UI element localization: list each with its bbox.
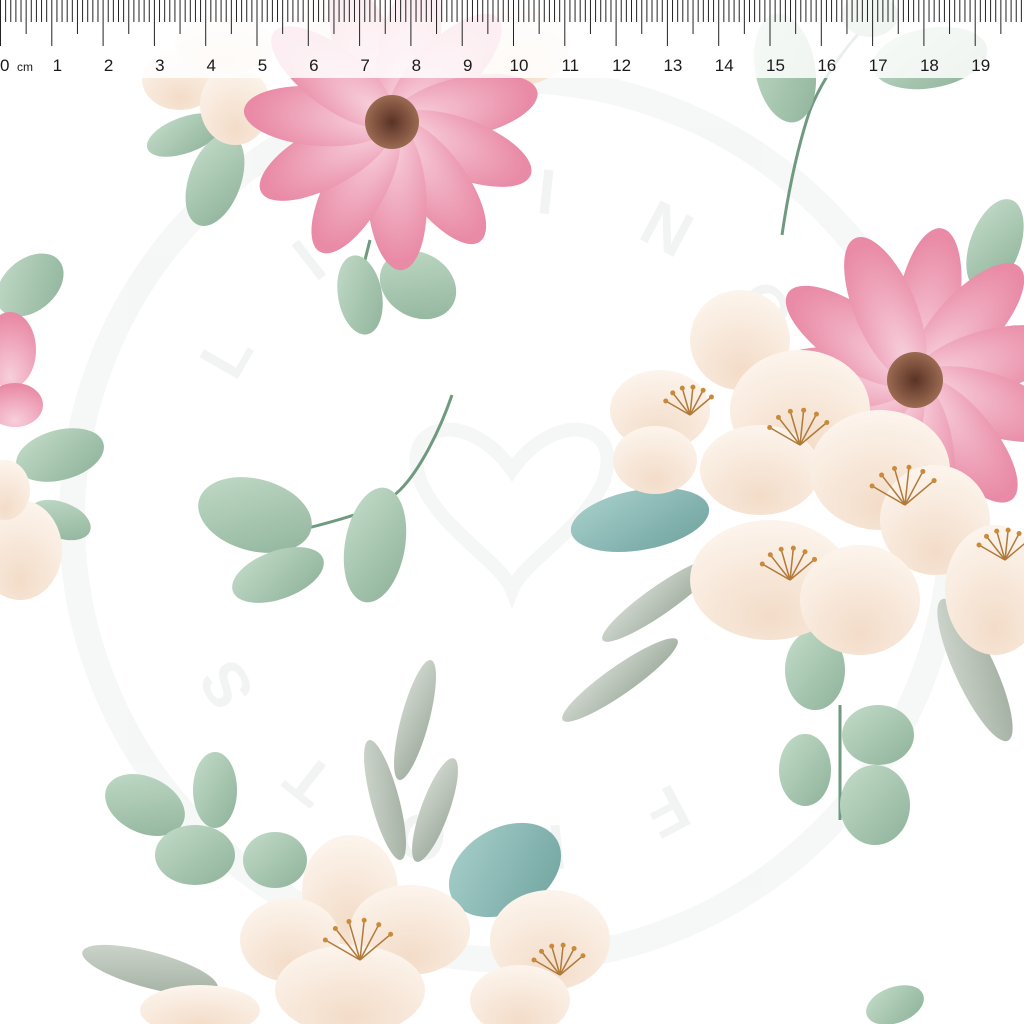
watermark-letter: F <box>633 770 701 852</box>
ruler-label: 11 <box>561 56 579 75</box>
flower-center <box>887 352 943 408</box>
ruler-label: 18 <box>920 56 939 75</box>
ruler-unit: cm <box>17 60 33 74</box>
ruler-label: 6 <box>309 56 318 75</box>
watermark-letter: N <box>630 186 705 271</box>
heart-icon <box>409 422 615 609</box>
ruler-label: 16 <box>817 56 836 75</box>
measurement-ruler: 0 cm 123456789101112131415161718192 <box>0 0 1024 78</box>
ruler-label-zero: 0 <box>0 56 9 75</box>
ruler-label: 1 <box>53 56 62 75</box>
ruler-label: 10 <box>510 56 529 75</box>
eucalyptus-branch <box>198 394 454 603</box>
ruler-label: 15 <box>766 56 785 75</box>
watermark-letter: L <box>185 320 267 390</box>
ruler-label: 9 <box>463 56 472 75</box>
fabric-swatch: LILINOSTOFF <box>0 0 1024 1024</box>
ruler-label: 2 <box>104 56 113 75</box>
floral-pattern: LILINOSTOFF <box>0 0 1024 1024</box>
watermark-letter: T <box>271 740 346 821</box>
ruler-label: 19 <box>971 56 990 75</box>
flower-center <box>365 95 419 149</box>
ruler-label: 17 <box>869 56 888 75</box>
ruler-label: 7 <box>360 56 369 75</box>
ruler-label: 12 <box>612 56 631 75</box>
ruler-label: 13 <box>663 56 682 75</box>
watermark-letter: S <box>184 649 268 722</box>
ruler-label: 8 <box>412 56 421 75</box>
ruler-label: 14 <box>715 56 734 75</box>
ruler-label: 4 <box>206 56 215 75</box>
ruler-label: 3 <box>155 56 164 75</box>
watermark-letter: I <box>534 155 559 228</box>
ruler-label: 5 <box>258 56 267 75</box>
